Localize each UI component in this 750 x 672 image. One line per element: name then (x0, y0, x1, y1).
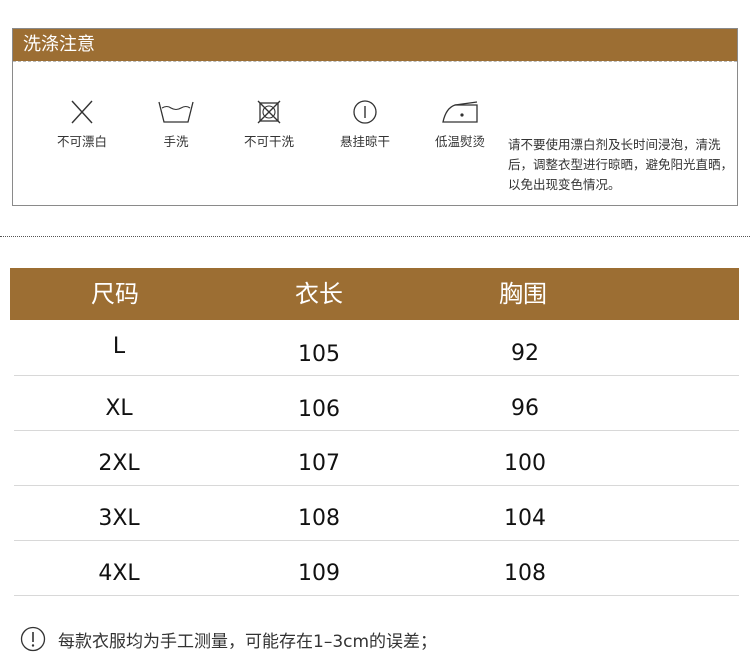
table-row: 2XL 107 100 (14, 430, 739, 486)
table-row: L 105 92 (14, 320, 739, 376)
size-table-header: 尺码 衣长 胸围 (10, 268, 739, 320)
cell-size: 3XL (98, 506, 140, 531)
care-title: 洗涤注意 (13, 29, 737, 61)
table-row: 3XL 108 104 (14, 485, 739, 541)
cell-size: L (112, 334, 126, 359)
care-label-hand-wash: 手洗 (163, 134, 189, 149)
header-size: 尺码 (91, 280, 139, 308)
cell-length: 105 (298, 342, 340, 367)
care-label-hang-dry: 悬挂晾干 (339, 134, 390, 149)
cell-length: 108 (298, 506, 340, 531)
table-row: XL 106 96 (14, 375, 739, 431)
no-bleach-icon (71, 100, 93, 124)
cell-size: XL (105, 396, 133, 421)
cell-chest: 92 (511, 341, 539, 366)
header-length: 衣长 (295, 280, 343, 308)
cell-size: 2XL (98, 451, 140, 476)
cell-chest: 104 (504, 506, 546, 531)
measurement-note-text: 每款衣服均为手工测量，可能存在1–3cm的误差； (58, 631, 438, 652)
care-instructions-panel: 洗涤注意 不可漂白 手洗 不可干洗 悬挂晾干 低温熨烫 请不要使用漂白剂及长时间… (12, 28, 738, 206)
section-divider (0, 236, 750, 237)
cell-chest: 96 (511, 396, 539, 421)
care-label-no-bleach: 不可漂白 (56, 134, 107, 149)
cell-length: 109 (298, 561, 340, 586)
exclamation-icon (20, 626, 46, 652)
low-iron-icon (442, 101, 478, 123)
cell-chest: 108 (504, 561, 546, 586)
measurement-note: 每款衣服均为手工测量，可能存在1–3cm的误差； (20, 626, 437, 652)
no-dry-clean-icon (257, 100, 281, 124)
hang-dry-icon (353, 100, 377, 124)
care-item-low-iron: 低温熨烫 (420, 99, 500, 150)
care-item-hand-wash: 手洗 (136, 99, 216, 150)
table-row: 4XL 109 108 (14, 540, 739, 596)
hand-wash-icon (158, 101, 194, 123)
care-item-hang-dry: 悬挂晾干 (325, 99, 405, 150)
care-label-no-dry-clean: 不可干洗 (243, 134, 294, 149)
care-item-no-dry-clean: 不可干洗 (229, 99, 309, 150)
cell-length: 107 (298, 451, 340, 476)
care-item-no-bleach: 不可漂白 (42, 99, 122, 150)
cell-size: 4XL (98, 561, 140, 586)
cell-length: 106 (298, 397, 340, 422)
header-chest: 胸围 (499, 280, 547, 308)
cell-chest: 100 (504, 451, 546, 476)
care-label-low-iron: 低温熨烫 (434, 134, 485, 149)
care-note: 请不要使用漂白剂及长时间浸泡，清洗后，调整衣型进行晾晒，避免阳光直晒，以免出现变… (508, 137, 734, 192)
